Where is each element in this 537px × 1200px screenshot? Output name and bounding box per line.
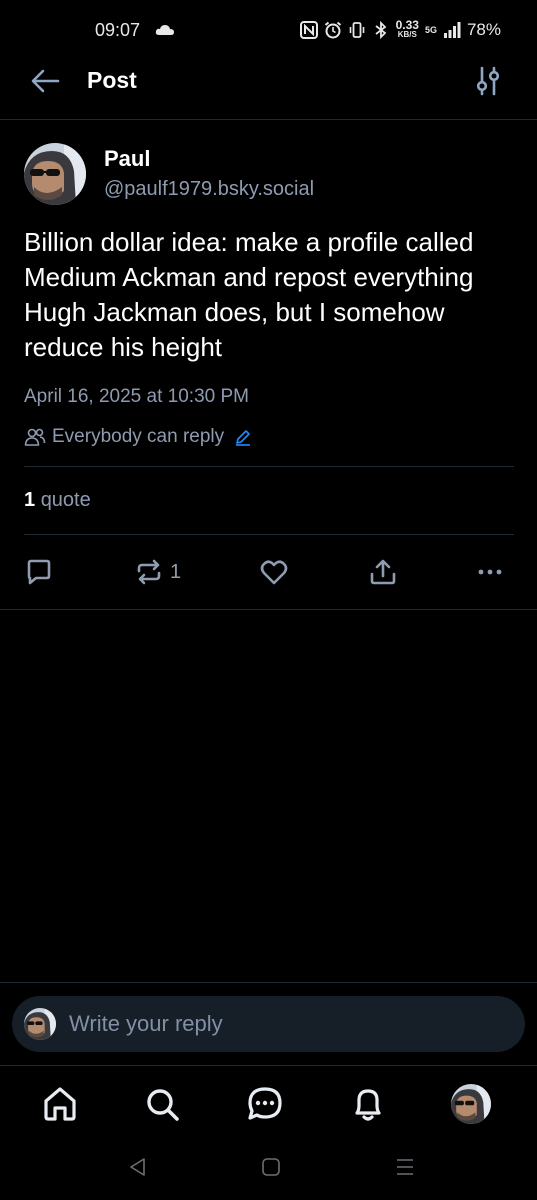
reply-setting-label: Everybody can reply	[52, 426, 225, 447]
more-icon	[478, 569, 502, 575]
author-handle[interactable]: @paulf1979.bsky.social	[104, 178, 314, 201]
status-time: 09:07	[95, 20, 141, 40]
author-avatar-image	[24, 143, 86, 205]
speed-unit: KB/S	[397, 30, 417, 39]
reply-button[interactable]	[24, 556, 54, 588]
pencil-icon[interactable]	[234, 428, 252, 446]
speed-value: 0.33	[395, 18, 419, 32]
status-bar: 09:07 0.33 KB/S 5G 78%	[0, 0, 537, 58]
status-icons: 0.33 KB/S 5G 78%	[299, 18, 501, 42]
heart-icon	[260, 560, 288, 585]
reply-input-placeholder[interactable]: Write your reply	[69, 1011, 223, 1037]
quote-count-label: quote	[40, 489, 91, 511]
author-avatar[interactable]	[24, 143, 86, 205]
like-button[interactable]	[259, 556, 289, 588]
cloud-icon	[155, 25, 174, 35]
divider	[24, 534, 514, 535]
post-actions: 1	[0, 550, 537, 594]
share-button[interactable]	[368, 556, 398, 588]
repost-button[interactable]: 1	[134, 556, 181, 588]
divider	[0, 609, 537, 610]
bell-icon[interactable]	[348, 1084, 388, 1124]
reply-setting[interactable]: Everybody can reply	[24, 424, 252, 450]
home-icon[interactable]	[40, 1084, 80, 1124]
system-recents-icon[interactable]	[394, 1156, 416, 1178]
chat-icon[interactable]	[245, 1084, 285, 1124]
comment-icon	[27, 559, 51, 585]
people-icon	[24, 428, 46, 446]
page-title: Post	[87, 67, 137, 93]
signal-icon	[443, 22, 461, 38]
battery-level: 78%	[466, 20, 501, 39]
composer-avatar-image	[24, 1008, 56, 1040]
nfc-icon	[299, 21, 318, 39]
reply-composer[interactable]: Write your reply	[12, 996, 525, 1052]
arrow-left-icon[interactable]	[30, 68, 60, 94]
repost-count: 1	[170, 560, 182, 583]
post-date: April 16, 2025 at 10:30 PM	[24, 386, 249, 407]
quote-count[interactable]: 1 quote	[24, 489, 91, 512]
network-type: 5G	[424, 24, 437, 35]
profile-avatar[interactable]	[451, 1084, 491, 1124]
sliders-icon[interactable]	[474, 66, 502, 96]
profile-avatar-image	[451, 1084, 491, 1124]
author-name[interactable]: Paul	[104, 146, 150, 172]
post-header: Post	[0, 58, 537, 120]
search-icon[interactable]	[142, 1084, 182, 1124]
system-nav-bar	[0, 1140, 537, 1200]
divider	[0, 982, 537, 983]
more-button[interactable]	[475, 556, 505, 588]
repost-icon	[137, 559, 161, 585]
vibrate-icon	[349, 22, 364, 38]
quote-count-value: 1	[24, 489, 36, 511]
share-icon	[370, 559, 396, 585]
composer-avatar	[24, 1008, 56, 1040]
alarm-icon	[324, 21, 341, 39]
system-home-icon[interactable]	[260, 1156, 282, 1178]
system-back-icon[interactable]	[127, 1156, 149, 1178]
divider	[24, 466, 514, 467]
bluetooth-icon	[375, 21, 386, 39]
post-text: Billion dollar idea: make a profile call…	[24, 227, 474, 362]
network-speed: 0.33 KB/S	[395, 18, 419, 39]
